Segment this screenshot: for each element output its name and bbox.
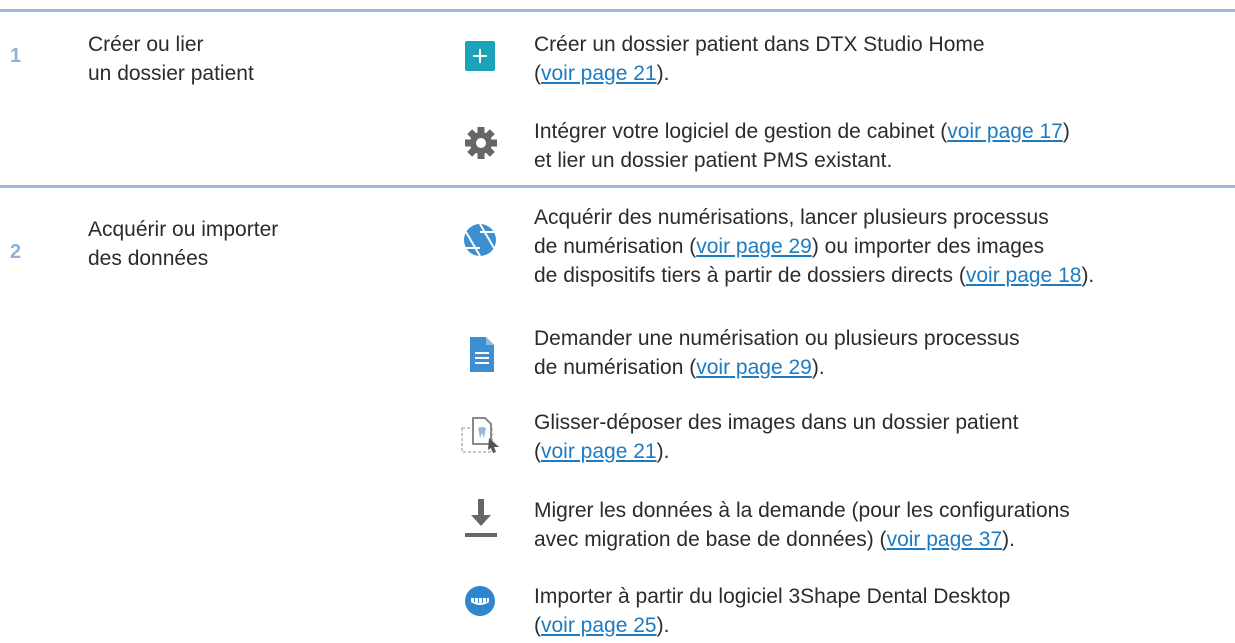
page-link[interactable]: voir page 21 bbox=[541, 440, 657, 463]
item-text: ). bbox=[656, 440, 670, 463]
drag-drop-image-icon bbox=[461, 417, 499, 453]
step-title: Créer ou lier un dossier patient bbox=[88, 30, 254, 88]
camera-aperture-icon bbox=[464, 223, 496, 257]
list-item: Migrer les données à la demande (pour le… bbox=[534, 496, 1234, 554]
page-link[interactable]: voir page 17 bbox=[947, 120, 1063, 143]
item-line: (voir page 21). bbox=[534, 437, 1234, 466]
item-text: de numérisation ( bbox=[534, 356, 697, 379]
item-line: Importer à partir du logiciel 3Shape Den… bbox=[534, 585, 1011, 608]
plus-icon bbox=[465, 41, 495, 71]
item-text: ). bbox=[811, 356, 825, 379]
step-number: 1 bbox=[10, 45, 22, 67]
item-text: ( bbox=[534, 614, 541, 637]
list-item: Glisser-déposer des images dans un dossi… bbox=[534, 408, 1234, 466]
list-item: Acquérir des numérisations, lancer plusi… bbox=[534, 203, 1234, 290]
item-line: Acquérir des numérisations, lancer plusi… bbox=[534, 206, 1049, 229]
item-line: de numérisation (voir page 29) ou import… bbox=[534, 232, 1234, 261]
page-link[interactable]: voir page 29 bbox=[696, 356, 812, 379]
top-divider bbox=[0, 9, 1235, 12]
list-item: Importer à partir du logiciel 3Shape Den… bbox=[534, 582, 1234, 640]
section-divider bbox=[0, 185, 1235, 188]
page-link[interactable]: voir page 29 bbox=[696, 235, 812, 258]
item-text: de dispositifs tiers à partir de dossier… bbox=[534, 264, 966, 287]
item-text: avec migration de base de données) ( bbox=[534, 528, 887, 551]
item-line: Glisser-déposer des images dans un dossi… bbox=[534, 411, 1019, 434]
step-title-line: Créer ou lier bbox=[88, 33, 204, 56]
page-link[interactable]: voir page 21 bbox=[541, 62, 657, 85]
dental-tray-icon bbox=[465, 586, 495, 616]
item-text: ) bbox=[1062, 120, 1070, 143]
item-text: ). bbox=[1002, 528, 1015, 551]
list-item: Demander une numérisation ou plusieurs p… bbox=[534, 324, 1234, 382]
item-line: avec migration de base de données) (voir… bbox=[534, 525, 1234, 554]
item-line: (voir page 25). bbox=[534, 611, 1234, 640]
step-title-line: un dossier patient bbox=[88, 62, 254, 85]
item-line: de numérisation (voir page 29). bbox=[534, 353, 1234, 382]
document-icon bbox=[470, 337, 494, 372]
page-link[interactable]: voir page 18 bbox=[966, 264, 1082, 287]
page-link[interactable]: voir page 25 bbox=[541, 614, 657, 637]
item-line: (voir page 21). bbox=[534, 59, 1234, 88]
item-line: et lier un dossier patient PMS existant. bbox=[534, 149, 893, 172]
item-text: ( bbox=[534, 62, 541, 85]
item-text: Intégrer votre logiciel de gestion de ca… bbox=[534, 120, 948, 143]
list-item: Créer un dossier patient dans DTX Studio… bbox=[534, 30, 1234, 88]
page-link[interactable]: voir page 37 bbox=[887, 528, 1003, 551]
item-line: de dispositifs tiers à partir de dossier… bbox=[534, 261, 1234, 290]
item-text: ). bbox=[656, 614, 670, 637]
step-number: 2 bbox=[10, 241, 22, 263]
item-line: Demander une numérisation ou plusieurs p… bbox=[534, 327, 1020, 350]
list-item: Intégrer votre logiciel de gestion de ca… bbox=[534, 117, 1234, 175]
step-title-line: des données bbox=[88, 247, 209, 270]
item-text: ) ou importer des images bbox=[811, 235, 1045, 258]
step-title: Acquérir ou importer des données bbox=[88, 215, 278, 273]
item-text: ). bbox=[656, 62, 670, 85]
item-line: Intégrer votre logiciel de gestion de ca… bbox=[534, 117, 1234, 146]
step-title-line: Acquérir ou importer bbox=[88, 218, 279, 241]
gear-icon bbox=[465, 127, 497, 159]
item-text: ). bbox=[1081, 264, 1095, 287]
item-line: Migrer les données à la demande (pour le… bbox=[534, 499, 1070, 522]
item-text: de numérisation ( bbox=[534, 235, 697, 258]
item-text: ( bbox=[534, 440, 541, 463]
download-icon bbox=[465, 499, 497, 537]
item-line: Créer un dossier patient dans DTX Studio… bbox=[534, 33, 985, 56]
